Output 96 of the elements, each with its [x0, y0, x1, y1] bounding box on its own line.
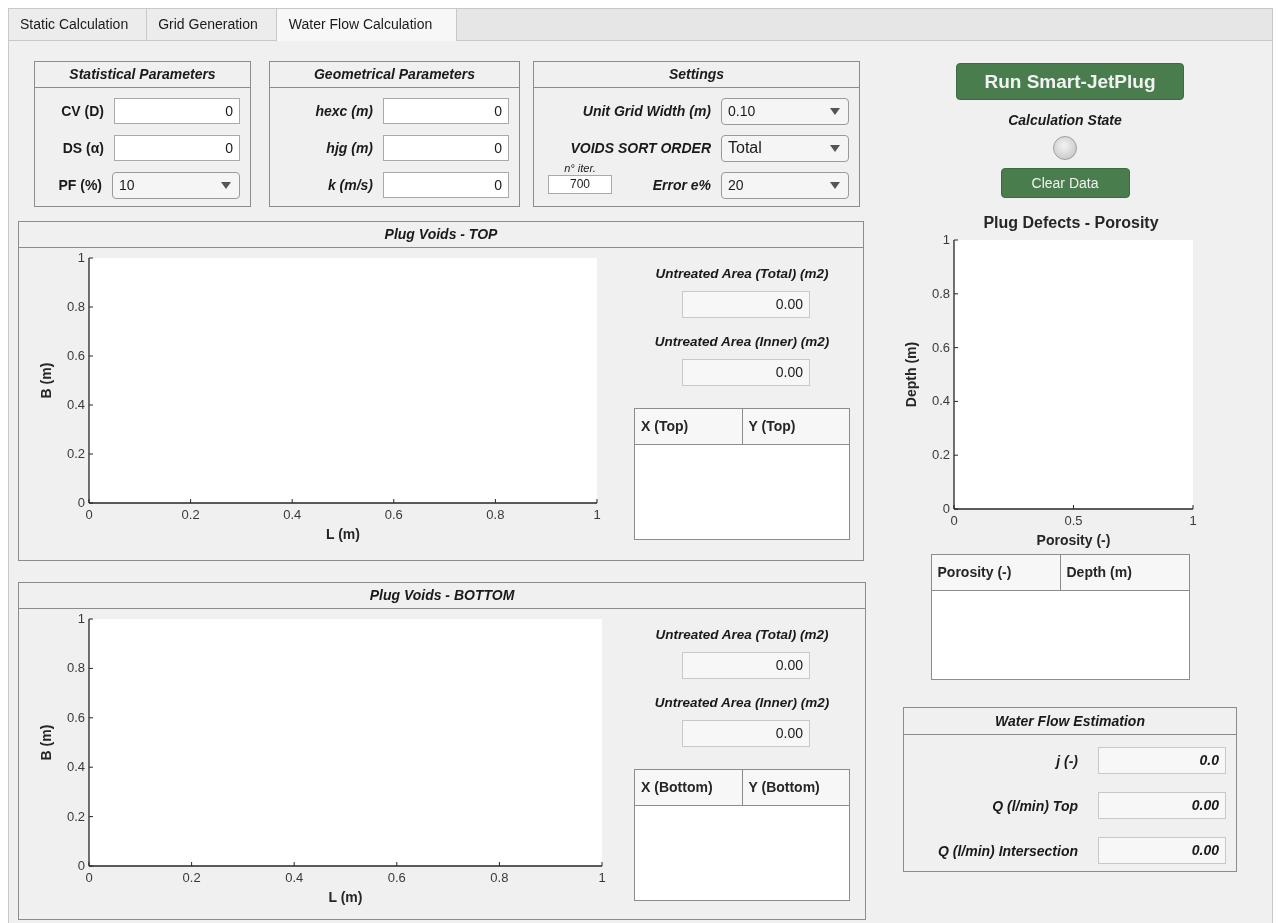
axis-title: Porosity (-): [1036, 532, 1111, 548]
tick-label: 0: [85, 870, 93, 885]
tick-label: 0.2: [66, 808, 85, 824]
tick-label: 0: [950, 513, 958, 528]
column-header: Depth (m): [1065, 563, 1133, 582]
field-label: hexc (m): [315, 103, 373, 119]
tick-label: 0.4: [283, 507, 302, 522]
tick-label: 0.8: [66, 660, 85, 676]
field-label: Q (l/min) Top: [992, 797, 1078, 814]
run-button[interactable]: Run Smart-JetPlug: [956, 63, 1184, 100]
tick-label: 0.6: [931, 339, 950, 355]
output-field: 0.00: [682, 359, 810, 386]
output-field: 0.0: [1098, 747, 1226, 774]
field-label: hjg (m): [326, 140, 373, 156]
field-label: VOIDS SORT ORDER: [570, 140, 711, 156]
field-label: PF (%): [58, 177, 102, 193]
tick-label: 1: [593, 507, 601, 522]
input-field[interactable]: 0: [114, 98, 240, 124]
tick-label: 1: [77, 611, 85, 626]
caret-icon: [221, 181, 231, 189]
tick-label: 0.2: [931, 447, 950, 463]
tick-label: 0.8: [486, 507, 505, 522]
dropdown[interactable]: 10: [112, 171, 240, 199]
tick-label: 0: [77, 858, 85, 873]
panel-title: Statistical Parameters: [35, 62, 250, 88]
tick-label: 1: [1189, 513, 1197, 528]
tick-label: 0.2: [181, 507, 200, 522]
field-label: Untreated Area (Inner) (m2): [654, 334, 830, 349]
field-label: CV (D): [61, 103, 104, 119]
field-label: n° iter.: [564, 162, 596, 175]
column-header: Y (Top): [747, 417, 797, 436]
tab[interactable]: Grid Generation: [147, 9, 277, 40]
field-label: Unit Grid Width (m): [582, 103, 711, 119]
panel-title: Water Flow Estimation: [904, 708, 1236, 735]
tick-label: 0.8: [931, 285, 950, 301]
axis-title: B (m): [38, 724, 54, 761]
tick-label: 0: [85, 507, 93, 522]
caret-icon: [830, 144, 840, 152]
axis-title: Depth (m): [903, 341, 919, 408]
caret-icon: [830, 107, 840, 115]
field-label: Q (l/min) Intersection: [938, 842, 1078, 859]
column-header: Porosity (-): [931, 555, 1061, 590]
input-field[interactable]: 0: [383, 135, 509, 161]
tick-label: 1: [942, 232, 950, 247]
tab[interactable]: Static Calculation: [9, 9, 148, 40]
output-field: 0.00: [1098, 792, 1226, 819]
tick-label: 0.4: [66, 759, 85, 775]
caret-icon: [830, 181, 840, 189]
panel-title: Plug Voids - BOTTOM: [19, 583, 865, 609]
field-label: j (-): [1056, 752, 1078, 769]
clear-button[interactable]: Clear Data: [1000, 168, 1130, 198]
dropdown[interactable]: 0.10: [721, 97, 849, 125]
column-header: X (Bottom): [635, 770, 743, 805]
tick-label: 0.6: [384, 507, 403, 522]
input-field[interactable]: 0: [383, 98, 509, 124]
tick-label: 0: [942, 501, 950, 516]
tick-label: 1: [77, 250, 85, 265]
chart-title: Plug Defects - Porosity: [983, 214, 1159, 232]
tick-label: 0.6: [66, 348, 85, 363]
panel-title: Settings: [534, 62, 859, 88]
tick-label: 1: [598, 870, 606, 885]
tick-label: 0: [77, 495, 85, 510]
field-label: k (m/s): [327, 177, 373, 193]
tick-label: 0.4: [931, 393, 950, 409]
field-label: Untreated Area (Inner) (m2): [654, 695, 830, 710]
axis-title: B (m): [38, 362, 54, 399]
tick-label: 0.5: [1064, 513, 1083, 528]
output-field: 0.00: [682, 652, 810, 679]
output-field: 0.00: [682, 720, 810, 747]
tick-label: 0.2: [66, 446, 85, 461]
input-field[interactable]: 700: [548, 175, 612, 194]
axis-title: L (m): [326, 526, 360, 542]
dropdown[interactable]: 20: [721, 171, 849, 199]
field-label: Untreated Area (Total) (m2): [655, 627, 829, 642]
column-header: Y (Bottom): [747, 778, 821, 797]
input-field[interactable]: 0: [383, 172, 509, 198]
panel-title: Plug Voids - TOP: [19, 222, 863, 248]
tick-label: 0.6: [387, 870, 406, 885]
tick-label: 0.4: [285, 870, 304, 885]
tick-label: 0.4: [66, 397, 85, 412]
tick-label: 0.8: [490, 870, 509, 885]
tick-label: 0.6: [66, 709, 85, 725]
panel-title: Geometrical Parameters: [270, 62, 519, 88]
state-label: Calculation State: [1008, 112, 1122, 128]
dropdown[interactable]: Total: [721, 134, 849, 162]
field-label: DS (α): [62, 140, 104, 156]
tab[interactable]: Water Flow Calculation: [276, 9, 458, 41]
input-field[interactable]: 0: [114, 135, 240, 161]
output-field: 0.00: [1098, 837, 1226, 864]
column-header: X (Top): [635, 409, 743, 444]
tick-label: 0.2: [182, 870, 201, 885]
tick-label: 0.8: [66, 299, 85, 314]
output-field: 0.00: [682, 291, 810, 318]
axis-title: L (m): [328, 889, 363, 905]
field-label: Untreated Area (Total) (m2): [655, 266, 829, 281]
field-label: Error e%: [652, 177, 711, 193]
